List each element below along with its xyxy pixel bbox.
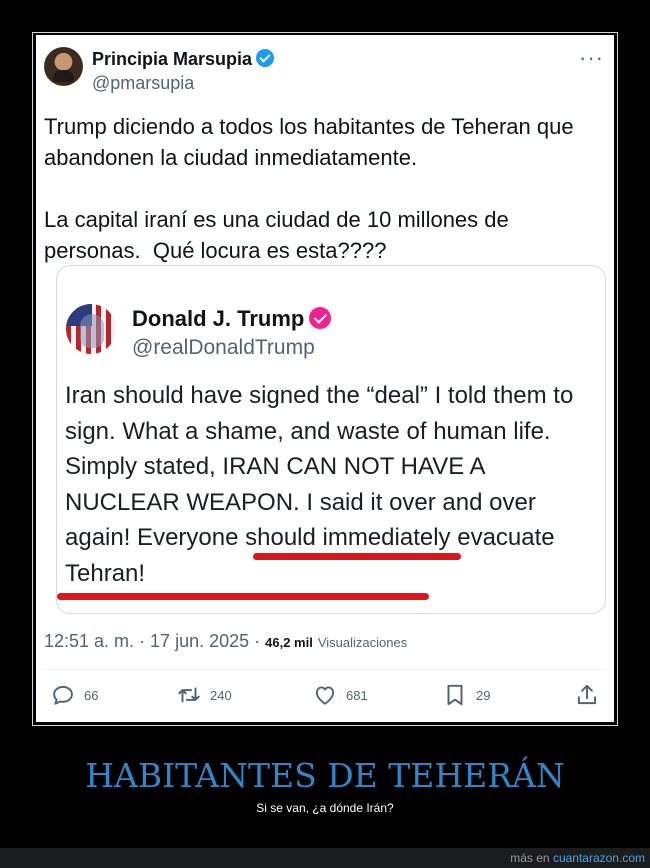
divider [44,669,606,670]
tweet-metadata: 12:51 a. m. · 17 jun. 2025 · 46,2 mil Vi… [44,631,407,652]
like-count: 681 [346,687,368,703]
share-button[interactable] [574,681,600,709]
retweet-count: 240 [210,687,232,703]
author-name-row[interactable]: Principia Marsupia [92,49,275,70]
retweet-button[interactable]: 240 [176,681,232,709]
verified-badge-icon [256,49,275,67]
author-avatar[interactable] [44,47,83,86]
retweet-icon [178,687,200,703]
share-icon [577,684,597,705]
quoted-author-name: Donald J. Trump [132,306,305,331]
author-handle[interactable]: @pmarsupia [92,73,194,94]
reply-count: 66 [84,687,99,703]
views-count: 46,2 mil [265,635,313,650]
author-name[interactable]: Principia Marsupia [92,49,252,69]
reply-button[interactable]: 66 [50,681,98,709]
tweet-card: Principia Marsupia @pmarsupia ··· Trump … [36,35,614,722]
caption-subline: Si se van, ¿a dónde Irán? [256,801,394,815]
quoted-author-name-row: Donald J. Trump [132,306,332,332]
quoted-author-handle: @realDonaldTrump [132,336,315,359]
red-underline-mark [253,553,461,560]
bookmark-count: 29 [476,687,491,703]
timestamp[interactable]: 12:51 a. m. · 17 jun. 2025 · [44,631,265,651]
quoted-post[interactable]: Donald J. Trump @realDonaldTrump Iran sh… [56,265,606,614]
footer-prefix: más en [510,851,553,865]
reply-icon [53,685,73,705]
footer-bar: más en cuantarazon.com [0,848,650,868]
caption-headline: HABITANTES DE TEHERÁN [85,756,565,795]
views-label: Visualizaciones [317,635,408,650]
footer-credit: más en cuantarazon.com [510,851,645,865]
footer-site-link[interactable]: cuantarazon.com [553,851,645,865]
bookmark-icon [447,684,463,706]
like-button[interactable]: 681 [312,681,368,709]
quoted-author-avatar [66,304,116,354]
verified-badge-icon [309,307,332,329]
more-icon[interactable]: ··· [579,45,604,71]
like-icon [315,686,335,705]
red-underline-mark [57,593,429,600]
tweet-text: Trump diciendo a todos los habitantes de… [44,114,574,263]
bookmark-button[interactable]: 29 [442,681,490,709]
